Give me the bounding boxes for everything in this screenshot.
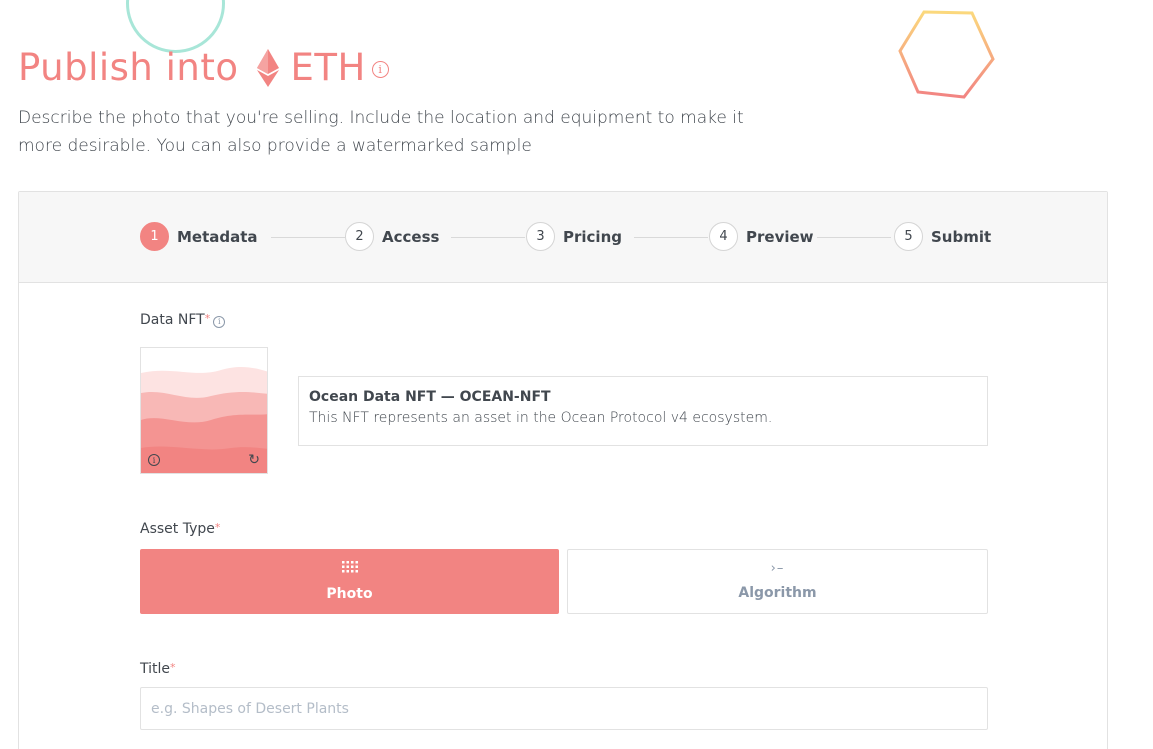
asset-type-label: Asset Type*: [140, 521, 220, 537]
page-title-text: Publish into: [18, 46, 239, 89]
refresh-icon[interactable]: ↻: [248, 452, 260, 468]
nft-image: i ↻: [140, 347, 268, 474]
title-input[interactable]: [140, 687, 988, 730]
step-number: 5: [894, 222, 923, 251]
step-label: Preview: [746, 227, 814, 246]
asset-type-photo-label: Photo: [326, 586, 373, 602]
publish-form-card: 1 Metadata 2 Access 3 Pricing 4 Preview …: [18, 191, 1108, 749]
step-label: Metadata: [177, 227, 258, 246]
info-icon[interactable]: i: [213, 315, 226, 328]
page-title: Publish into ETH i: [18, 46, 389, 89]
asset-type-photo-button[interactable]: Photo: [140, 549, 559, 614]
title-label-text: Title: [140, 661, 171, 677]
title-label: Title*: [140, 661, 176, 677]
nft-name: Ocean Data NFT — OCEAN-NFT: [309, 389, 551, 405]
ethereum-icon: [256, 48, 279, 87]
info-icon[interactable]: i: [148, 454, 160, 466]
required-mark: *: [204, 312, 211, 325]
step-number: 1: [140, 222, 169, 251]
info-icon[interactable]: i: [371, 61, 389, 78]
step-preview[interactable]: 4 Preview: [709, 222, 814, 251]
step-label: Pricing: [563, 227, 622, 246]
step-number: 3: [526, 222, 555, 251]
step-connector: [634, 237, 708, 238]
terminal-icon: ›–: [770, 561, 785, 576]
stepper: 1 Metadata 2 Access 3 Pricing 4 Preview …: [19, 192, 1107, 283]
step-access[interactable]: 2 Access: [345, 222, 439, 251]
step-connector: [271, 237, 345, 238]
decorative-hexagon: [898, 10, 995, 99]
step-metadata[interactable]: 1 Metadata: [140, 222, 258, 251]
grid-icon: [341, 561, 358, 576]
required-mark: *: [170, 661, 176, 674]
step-pricing[interactable]: 3 Pricing: [526, 222, 622, 251]
step-label: Submit: [931, 227, 992, 246]
step-number: 2: [345, 222, 374, 251]
step-submit[interactable]: 5 Submit: [894, 222, 991, 251]
step-number: 4: [709, 222, 738, 251]
step-label: Access: [382, 227, 440, 246]
asset-type-algorithm-label: Algorithm: [738, 585, 817, 601]
asset-type-algorithm-button[interactable]: ›– Algorithm: [567, 549, 988, 614]
nft-details-box: Ocean Data NFT — OCEAN-NFT This NFT repr…: [298, 376, 988, 446]
asset-type-label-text: Asset Type: [140, 521, 215, 537]
page-description: Describe the photo that you're selling. …: [18, 108, 744, 156]
data-nft-label: Data NFT* i: [140, 312, 226, 328]
step-connector: [451, 237, 525, 238]
step-connector: [817, 237, 891, 238]
required-mark: *: [214, 521, 221, 534]
data-nft-label-text: Data NFT: [140, 312, 205, 328]
network-name: ETH: [290, 46, 366, 89]
nft-description: This NFT represents an asset in the Ocea…: [309, 410, 773, 426]
